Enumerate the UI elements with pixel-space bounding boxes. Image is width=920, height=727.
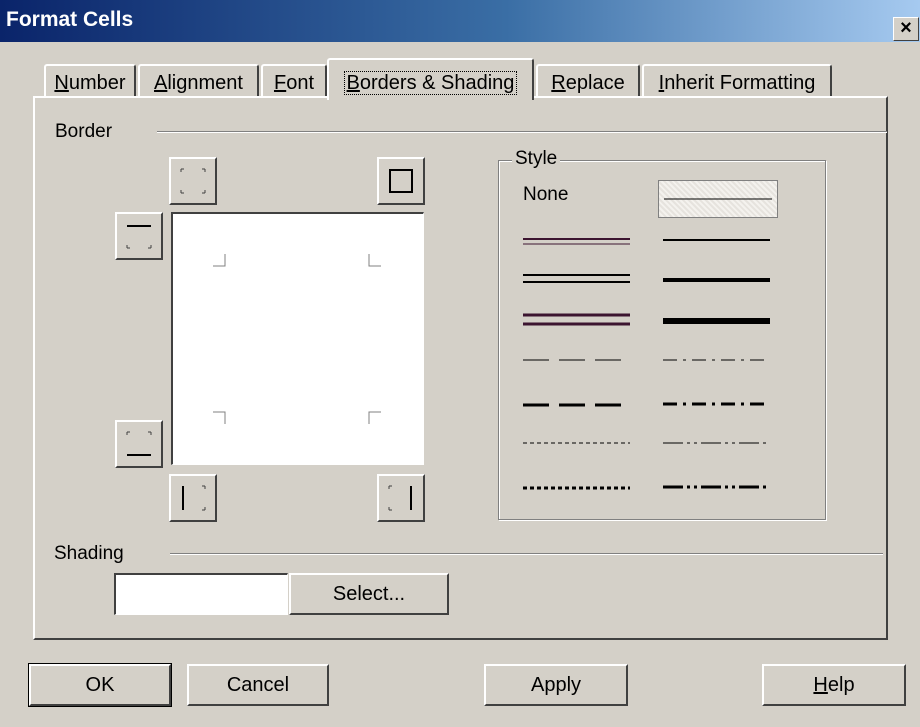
- shading-divider: [170, 553, 883, 555]
- cancel-button[interactable]: Cancel: [187, 664, 329, 706]
- line-style-dash-dot-medium[interactable]: [660, 389, 770, 419]
- line-style-thickest-solid[interactable]: [660, 307, 770, 337]
- shading-color-swatch: [114, 573, 288, 615]
- outline-border-button[interactable]: [377, 157, 425, 205]
- line-style-dotted-medium[interactable]: [520, 473, 630, 503]
- line-style-dash-medium[interactable]: [520, 390, 630, 420]
- line-style-thick-solid[interactable]: [660, 266, 770, 296]
- left-border-icon: [182, 485, 206, 511]
- top-border-icon: [126, 225, 152, 249]
- line-style-double-medium[interactable]: [520, 264, 630, 294]
- line-style-dash-thin[interactable]: [520, 345, 630, 375]
- apply-button[interactable]: Apply: [484, 664, 628, 706]
- tab-font[interactable]: Font: [261, 64, 327, 98]
- tab-borders-shading[interactable]: Borders & Shading: [327, 58, 534, 100]
- shading-section-label: Shading: [54, 543, 124, 564]
- right-border-icon: [388, 485, 412, 511]
- no-border-button[interactable]: [169, 157, 217, 205]
- help-button[interactable]: Help: [762, 664, 906, 706]
- window-title: Format Cells: [6, 8, 134, 31]
- border-divider: [157, 131, 887, 133]
- border-preview[interactable]: [171, 212, 424, 465]
- title-bar[interactable]: [0, 0, 920, 42]
- top-border-button[interactable]: [115, 212, 163, 260]
- line-style-double-thick[interactable]: [520, 305, 630, 335]
- ok-button[interactable]: OK: [28, 663, 172, 707]
- line-style-double-thin[interactable]: [520, 226, 630, 256]
- preview-corner-marks: [213, 254, 381, 424]
- left-border-button[interactable]: [169, 474, 217, 522]
- line-style-thin-solid[interactable]: [658, 180, 778, 218]
- style-group-label: Style: [512, 148, 561, 170]
- close-button[interactable]: ×: [893, 17, 919, 41]
- line-style-dash-dot-thin[interactable]: [660, 345, 770, 375]
- tab-number[interactable]: Number: [44, 64, 136, 98]
- line-style-dash-dot-dot-medium[interactable]: [660, 472, 770, 502]
- tab-replace[interactable]: Replace: [536, 64, 640, 98]
- right-border-button[interactable]: [377, 474, 425, 522]
- tab-inherit-formatting[interactable]: Inherit Formatting: [642, 64, 832, 98]
- line-style-dotted-thin[interactable]: [520, 428, 630, 458]
- no-border-icon: [180, 168, 206, 194]
- line-style-dash-dot-dot-thin[interactable]: [660, 428, 770, 458]
- line-style-medium-solid[interactable]: [660, 226, 770, 256]
- outline-border-icon: [389, 169, 413, 193]
- style-none-label[interactable]: None: [523, 184, 568, 206]
- line-style-thin-solid-sample: [664, 198, 772, 200]
- border-section-label: Border: [55, 121, 113, 142]
- shading-select-button[interactable]: Select...: [289, 573, 449, 615]
- tab-alignment[interactable]: Alignment: [138, 64, 259, 98]
- close-icon: ×: [900, 17, 912, 39]
- bottom-border-button[interactable]: [115, 420, 163, 468]
- bottom-border-icon: [126, 431, 152, 456]
